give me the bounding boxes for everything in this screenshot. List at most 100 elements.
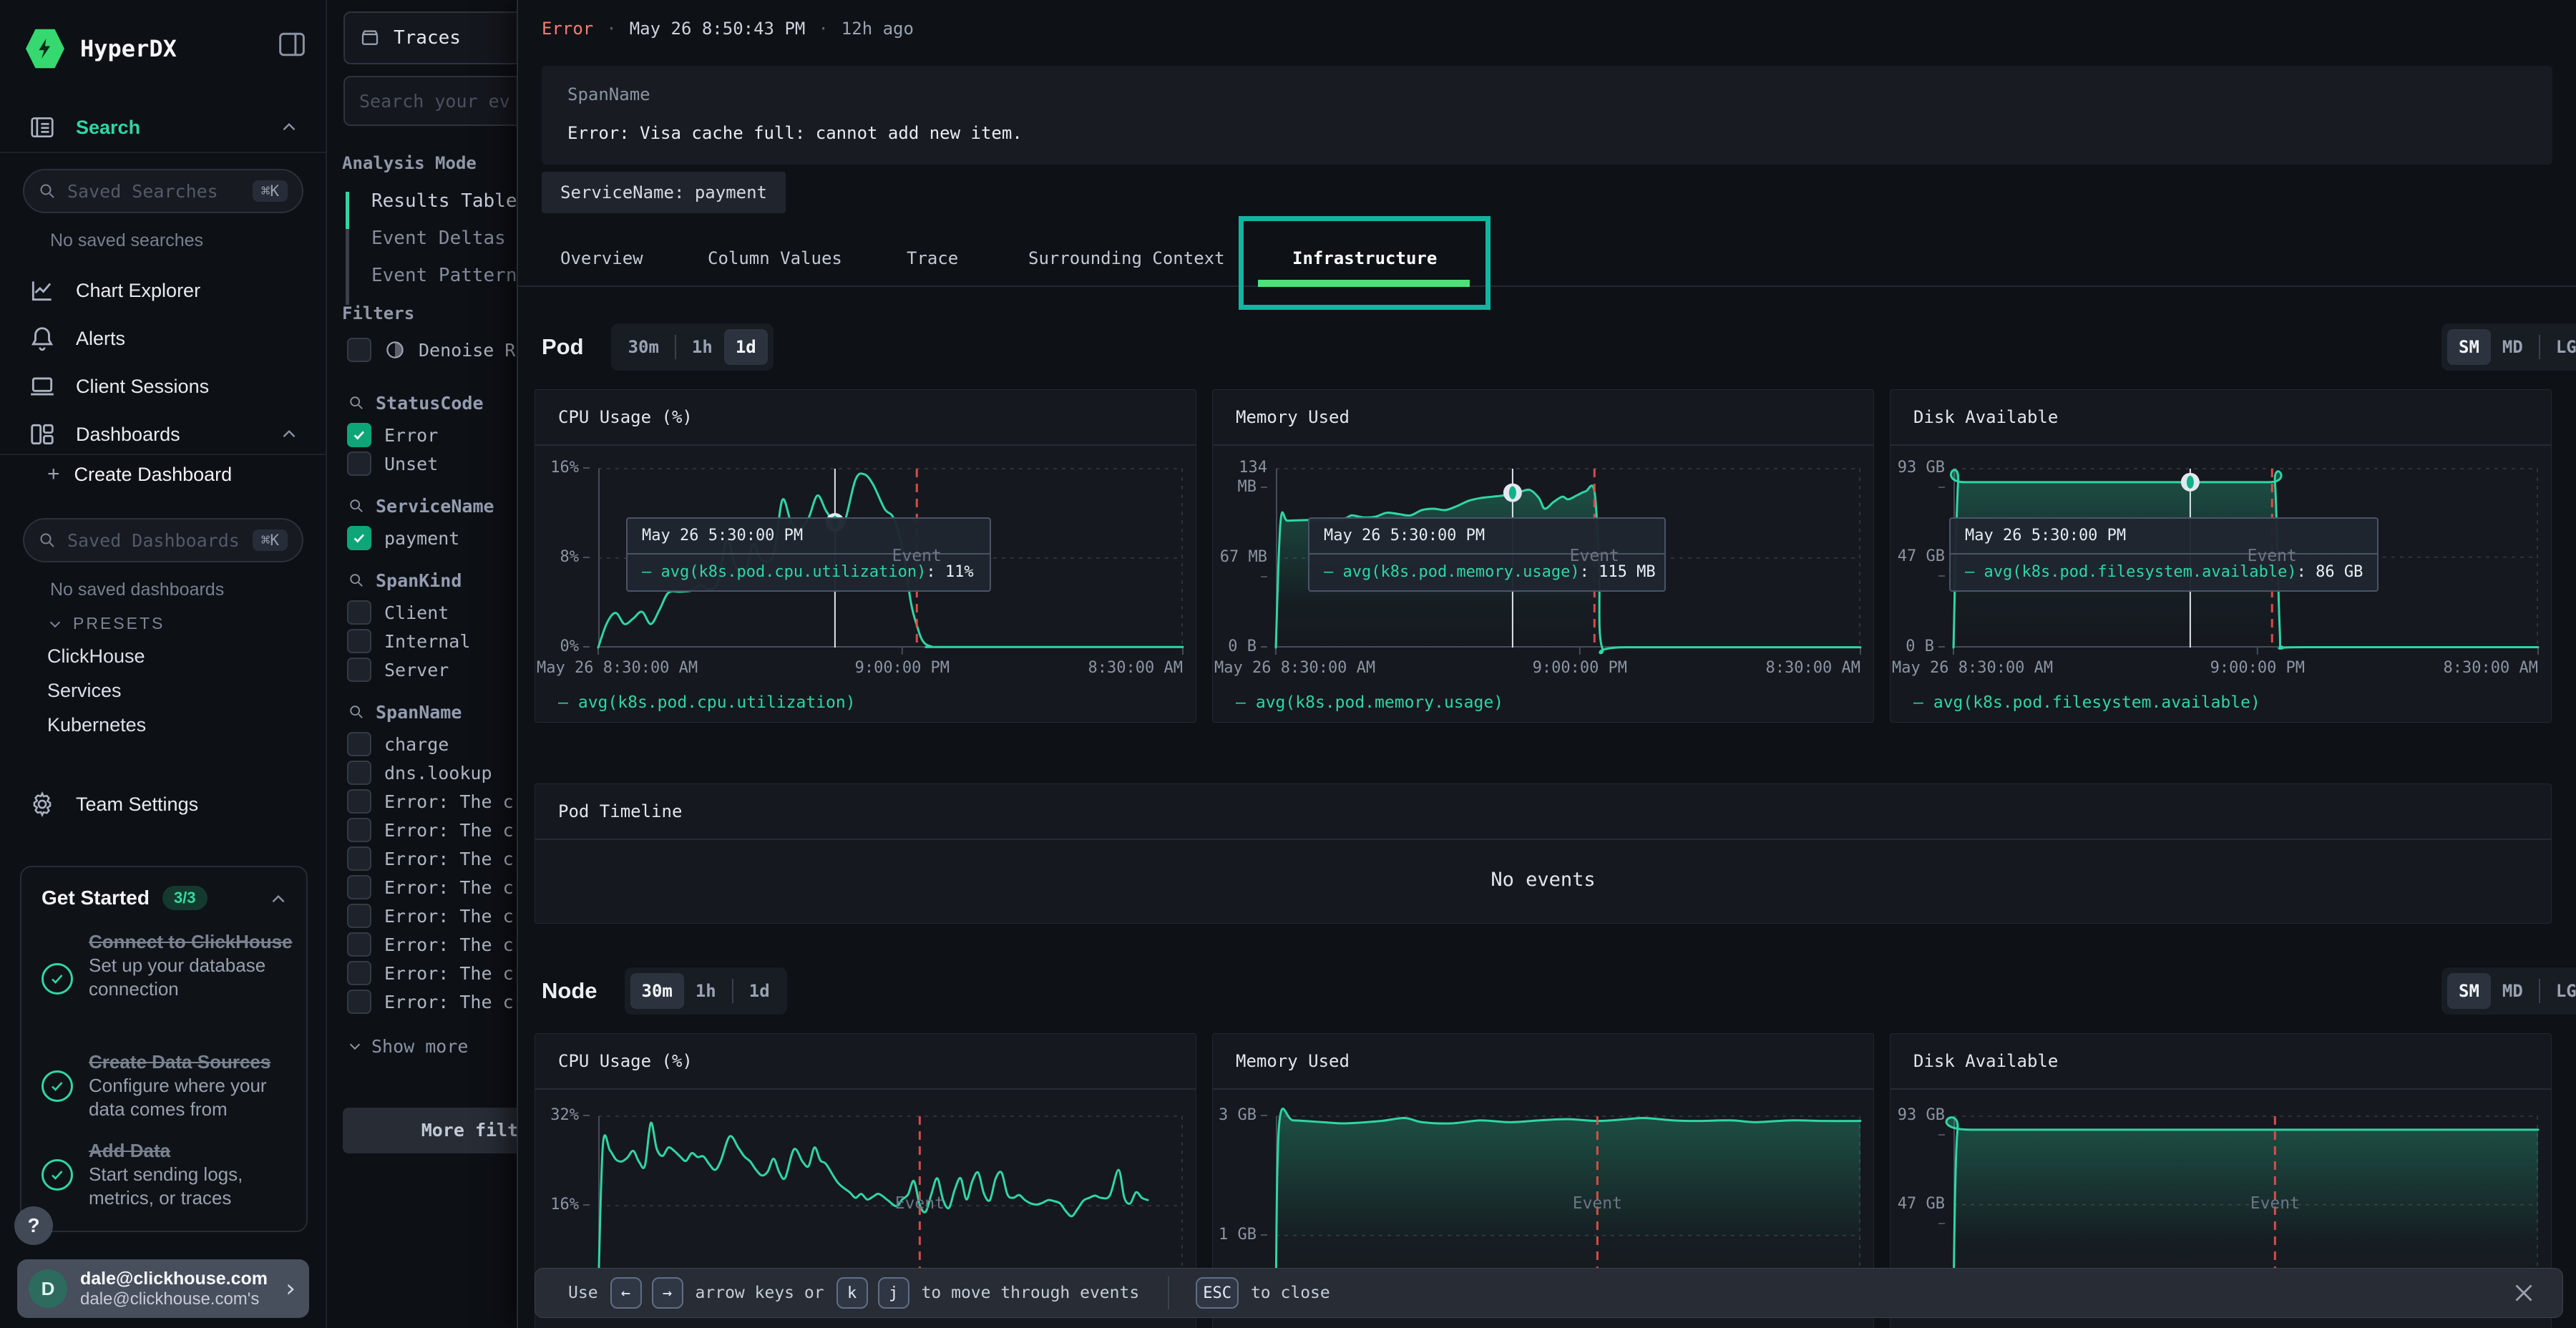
size-sm[interactable]: SM xyxy=(2447,329,2491,365)
pod-size-control: SM MD LG xyxy=(2441,323,2576,371)
search-icon xyxy=(348,704,364,720)
chart-legend: —avg(k8s.pod.cpu.utilization) xyxy=(558,693,856,712)
mode-event-deltas[interactable]: Event Deltas xyxy=(371,228,506,249)
saved-dashboards-input[interactable]: ⌘K xyxy=(23,518,303,562)
checkbox[interactable] xyxy=(347,961,371,985)
saved-dashboards-field[interactable] xyxy=(66,529,243,552)
search-section-icon xyxy=(29,114,56,141)
size-md[interactable]: MD xyxy=(2491,329,2534,365)
preset-kubernetes[interactable]: Kubernetes xyxy=(47,714,146,736)
search-icon xyxy=(39,182,56,200)
size-md[interactable]: MD xyxy=(2491,973,2534,1009)
checkbox[interactable] xyxy=(347,904,371,928)
checkbox[interactable] xyxy=(347,761,371,785)
sidebar-item-search[interactable]: Search xyxy=(0,107,326,147)
get-started-step[interactable]: Connect to ClickHouse Set up your databa… xyxy=(40,930,295,1001)
checkbox[interactable] xyxy=(347,846,371,871)
card-header: CPU Usage (%) xyxy=(535,1034,1196,1090)
checkbox[interactable] xyxy=(347,818,371,842)
mode-event-patterns[interactable]: Event Patterns xyxy=(371,265,528,286)
check-circle-icon xyxy=(42,963,73,995)
collapse-sidebar-icon[interactable] xyxy=(278,31,306,57)
close-icon[interactable] xyxy=(2511,1280,2537,1306)
range-1d[interactable]: 1d xyxy=(738,973,781,1009)
preset-clickhouse[interactable]: ClickHouse xyxy=(47,645,145,668)
checkbox[interactable] xyxy=(347,990,371,1014)
chart-title: CPU Usage (%) xyxy=(558,1051,693,1071)
mode-results-table[interactable]: Results Table xyxy=(371,190,517,212)
size-lg[interactable]: LG xyxy=(2545,329,2576,365)
bell-icon xyxy=(29,325,56,352)
pod-cpu-chart-card: CPU Usage (%) —avg(k8s.pod.cpu.utilizati… xyxy=(535,389,1196,723)
presets-toggle[interactable]: PRESETS xyxy=(47,614,165,633)
chevron-up-icon[interactable] xyxy=(269,890,288,909)
checkbox[interactable] xyxy=(347,875,371,899)
event-marker-label: Event xyxy=(2225,1194,2325,1213)
keyboard-hints-bar: Use ← → arrow keys or k j to move throug… xyxy=(535,1268,2563,1318)
user-org: dale@clickhouse.com's xyxy=(80,1289,270,1309)
event-marker-label: Event xyxy=(2222,547,2322,565)
pod-section-header: Pod 30m 1h 1d xyxy=(542,323,774,371)
tab-trace[interactable]: Trace xyxy=(907,236,958,280)
chevron-right-icon: › xyxy=(283,1274,298,1303)
sidebar-item-dashboards[interactable]: Dashboards xyxy=(0,414,326,454)
step-desc: Configure where your data comes from xyxy=(89,1074,301,1121)
checkbox[interactable] xyxy=(347,338,371,362)
denoise-icon xyxy=(384,339,406,361)
checkbox[interactable] xyxy=(347,629,371,653)
get-started-step[interactable]: Add Data Start sending logs, metrics, or… xyxy=(40,1139,295,1210)
y-axis-tick: 93 GB xyxy=(1890,458,1945,497)
x-axis-tick: 8:30:00 AM xyxy=(995,659,1183,677)
filter-option-label: charge xyxy=(384,734,449,755)
node-time-range-control: 30m 1h 1d xyxy=(625,967,787,1015)
get-started-card: Get Started 3/3 Connect to ClickHouse Se… xyxy=(20,866,308,1232)
card-header: Pod Timeline xyxy=(535,784,2551,840)
preset-services[interactable]: Services xyxy=(47,680,122,702)
checkbox[interactable] xyxy=(347,423,371,447)
checkbox[interactable] xyxy=(347,658,371,682)
sidebar-item-team-settings[interactable]: Team Settings xyxy=(0,784,326,824)
chevron-up-icon[interactable] xyxy=(280,118,298,137)
checkbox[interactable] xyxy=(347,932,371,957)
denoise-results-option[interactable]: Denoise Re xyxy=(347,338,527,362)
user-menu[interactable]: D dale@clickhouse.com dale@clickhouse.co… xyxy=(17,1259,309,1318)
create-dashboard-button[interactable]: + Create Dashboard xyxy=(47,462,232,487)
pod-timeline-panel: Pod Timeline No events xyxy=(535,783,2552,924)
checkbox[interactable] xyxy=(347,451,371,476)
saved-searches-field[interactable] xyxy=(66,180,243,202)
event-marker-label: Event xyxy=(869,1194,970,1213)
x-axis-tick: 8:30:00 AM xyxy=(1673,659,1860,677)
checkbox[interactable] xyxy=(347,732,371,756)
sidebar-item-chart-explorer[interactable]: Chart Explorer xyxy=(0,270,326,311)
range-30m[interactable]: 30m xyxy=(630,973,684,1009)
pod-section-title: Pod xyxy=(542,334,584,360)
checkbox[interactable] xyxy=(347,789,371,814)
infrastructure-highlight-box xyxy=(1239,216,1491,310)
range-30m[interactable]: 30m xyxy=(617,329,670,365)
range-1h[interactable]: 1h xyxy=(680,329,724,365)
sidebar-item-client-sessions[interactable]: Client Sessions xyxy=(0,366,326,406)
tab-column-values[interactable]: Column Values xyxy=(708,236,842,280)
checkbox[interactable] xyxy=(347,600,371,625)
checkbox[interactable] xyxy=(347,526,371,550)
y-axis-tick: 0 B xyxy=(1213,637,1267,656)
filter-option-label: Error xyxy=(384,425,438,446)
get-started-step[interactable]: Create Data Sources Configure where your… xyxy=(40,1050,295,1121)
hint-text: to close xyxy=(1251,1284,1330,1302)
range-1d[interactable]: 1d xyxy=(724,329,768,365)
size-lg[interactable]: LG xyxy=(2545,973,2576,1009)
size-sm[interactable]: SM xyxy=(2447,973,2491,1009)
tab-surrounding-context[interactable]: Surrounding Context xyxy=(1028,236,1225,280)
help-button[interactable]: ? xyxy=(14,1206,53,1245)
get-started-header[interactable]: Get Started 3/3 xyxy=(42,886,208,910)
tab-overview[interactable]: Overview xyxy=(560,236,643,280)
chevron-up-icon[interactable] xyxy=(280,425,298,444)
range-1h[interactable]: 1h xyxy=(684,973,728,1009)
sidebar-item-alerts[interactable]: Alerts xyxy=(0,318,326,358)
filter-option-label: Error: The cr xyxy=(384,820,525,841)
saved-searches-input[interactable]: ⌘K xyxy=(23,169,303,213)
y-axis-tick: 16% xyxy=(535,1195,590,1214)
hint-text: to move through events xyxy=(922,1284,1140,1302)
span-name-panel: SpanName Error: Visa cache full: cannot … xyxy=(542,66,2552,165)
service-name-chip[interactable]: ServiceName: payment xyxy=(542,172,786,213)
